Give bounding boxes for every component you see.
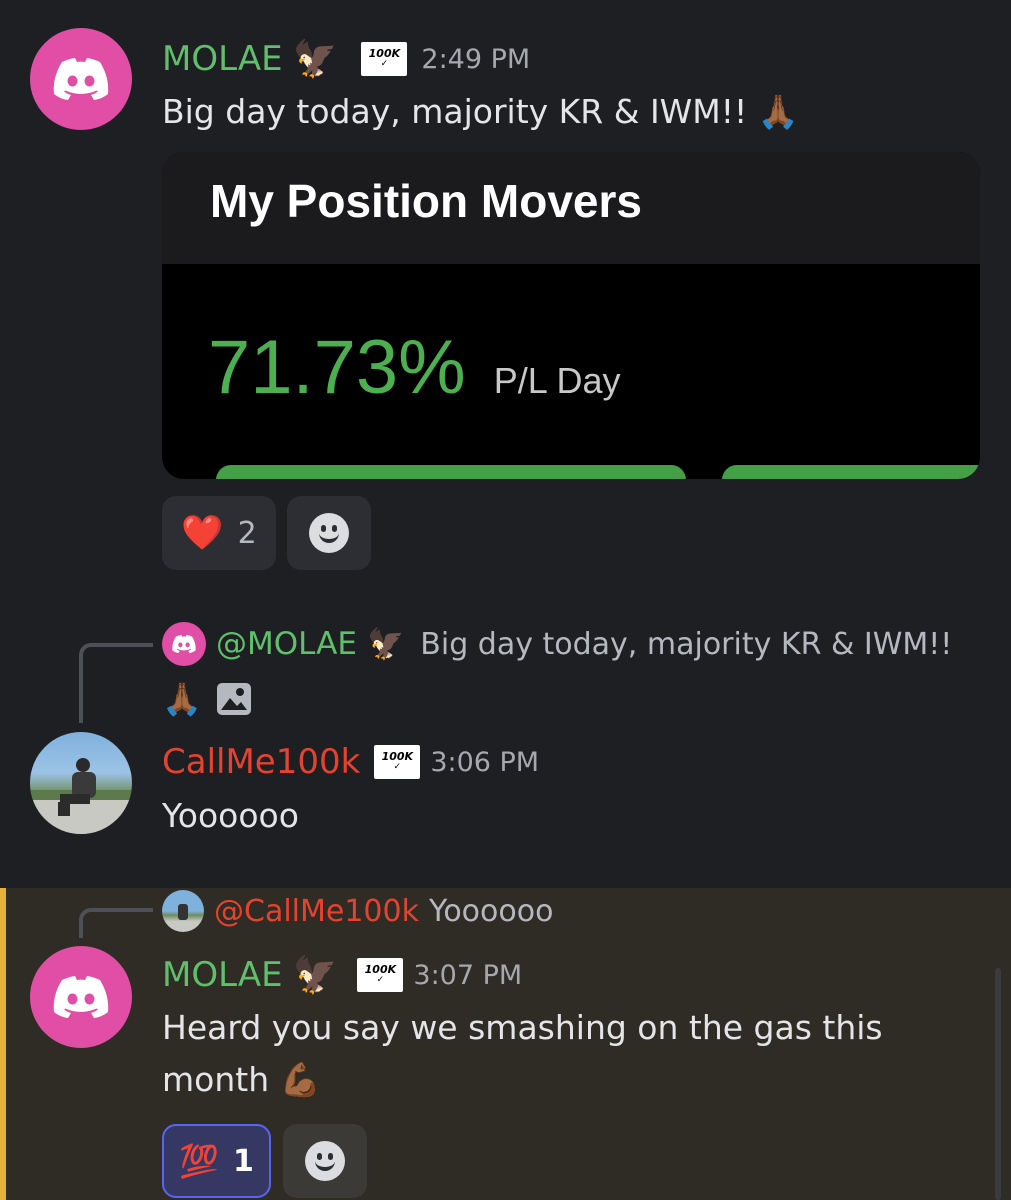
embed-title: My Position Movers [210,175,642,227]
discord-logo-icon [53,58,109,100]
reply-connector [79,908,153,938]
message-text: Yoooooo [162,796,299,835]
green-bar-1 [216,465,686,479]
pray-emoji: 🙏🏾 [162,680,202,718]
muscle-emoji: 💪🏾 [279,1060,321,1099]
reply-username[interactable]: @CallMe100k [214,894,419,929]
message-text-line2: month [162,1060,270,1099]
embed-image[interactable]: My Position Movers 71.73% P/L Day [162,152,980,479]
reply-preview-text[interactable]: Big day today, majority KR & IWM!! [420,627,952,662]
pl-label: P/L Day [493,360,621,401]
timestamp: 3:06 PM [430,746,540,778]
username[interactable]: MOLAE [162,955,283,995]
reply-connector [79,643,153,723]
reaction-heart[interactable]: ❤️ 2 [162,496,276,570]
pray-emoji: 🙏🏾 [757,92,799,131]
username[interactable]: CallMe100k [162,742,360,782]
add-reaction-button[interactable] [283,1124,367,1198]
reaction-count: 1 [232,1143,254,1179]
heart-emoji: ❤️ [181,513,224,553]
badge-100k-icon: 100K ✓ [357,958,404,992]
reply-preview-text[interactable]: Yoooooo [429,894,553,929]
message-text: Big day today, majority KR & IWM!! [162,92,748,131]
eagle-icon: 🦅 [366,626,405,662]
pl-value: 71.73% [208,325,466,410]
smile-add-reaction-icon [305,1141,345,1181]
eagle-icon: 🦅 [292,955,338,996]
badge-100k-icon: 100K ✓ [361,42,408,76]
reply-avatar [162,622,206,666]
avatar-molae[interactable] [30,946,132,1048]
reply-avatar [162,890,204,932]
mention-highlight-bar [0,888,6,1200]
avatar-callme100k[interactable] [30,732,132,834]
message-text-line1: Heard you say we smashing on the gas thi… [162,1008,883,1047]
username[interactable]: MOLAE [162,39,283,79]
reaction-100[interactable]: 💯 1 [162,1124,271,1198]
hundred-emoji: 💯 [179,1142,219,1180]
reaction-count: 2 [237,515,257,551]
add-reaction-button[interactable] [287,496,371,570]
image-attachment-icon [216,683,251,715]
timestamp: 3:07 PM [413,959,523,991]
eagle-icon: 🦅 [292,39,338,80]
badge-100k-icon: 100K ✓ [374,745,421,779]
avatar-molae[interactable] [30,28,132,130]
scrollbar[interactable] [995,968,1001,1200]
reply-username[interactable]: @MOLAE [216,626,357,662]
timestamp: 2:49 PM [421,43,531,75]
green-bar-2 [722,465,980,479]
smile-add-reaction-icon [309,513,349,553]
embed-header: My Position Movers [162,152,980,264]
discord-logo-icon [172,635,196,653]
discord-logo-icon [53,976,109,1018]
